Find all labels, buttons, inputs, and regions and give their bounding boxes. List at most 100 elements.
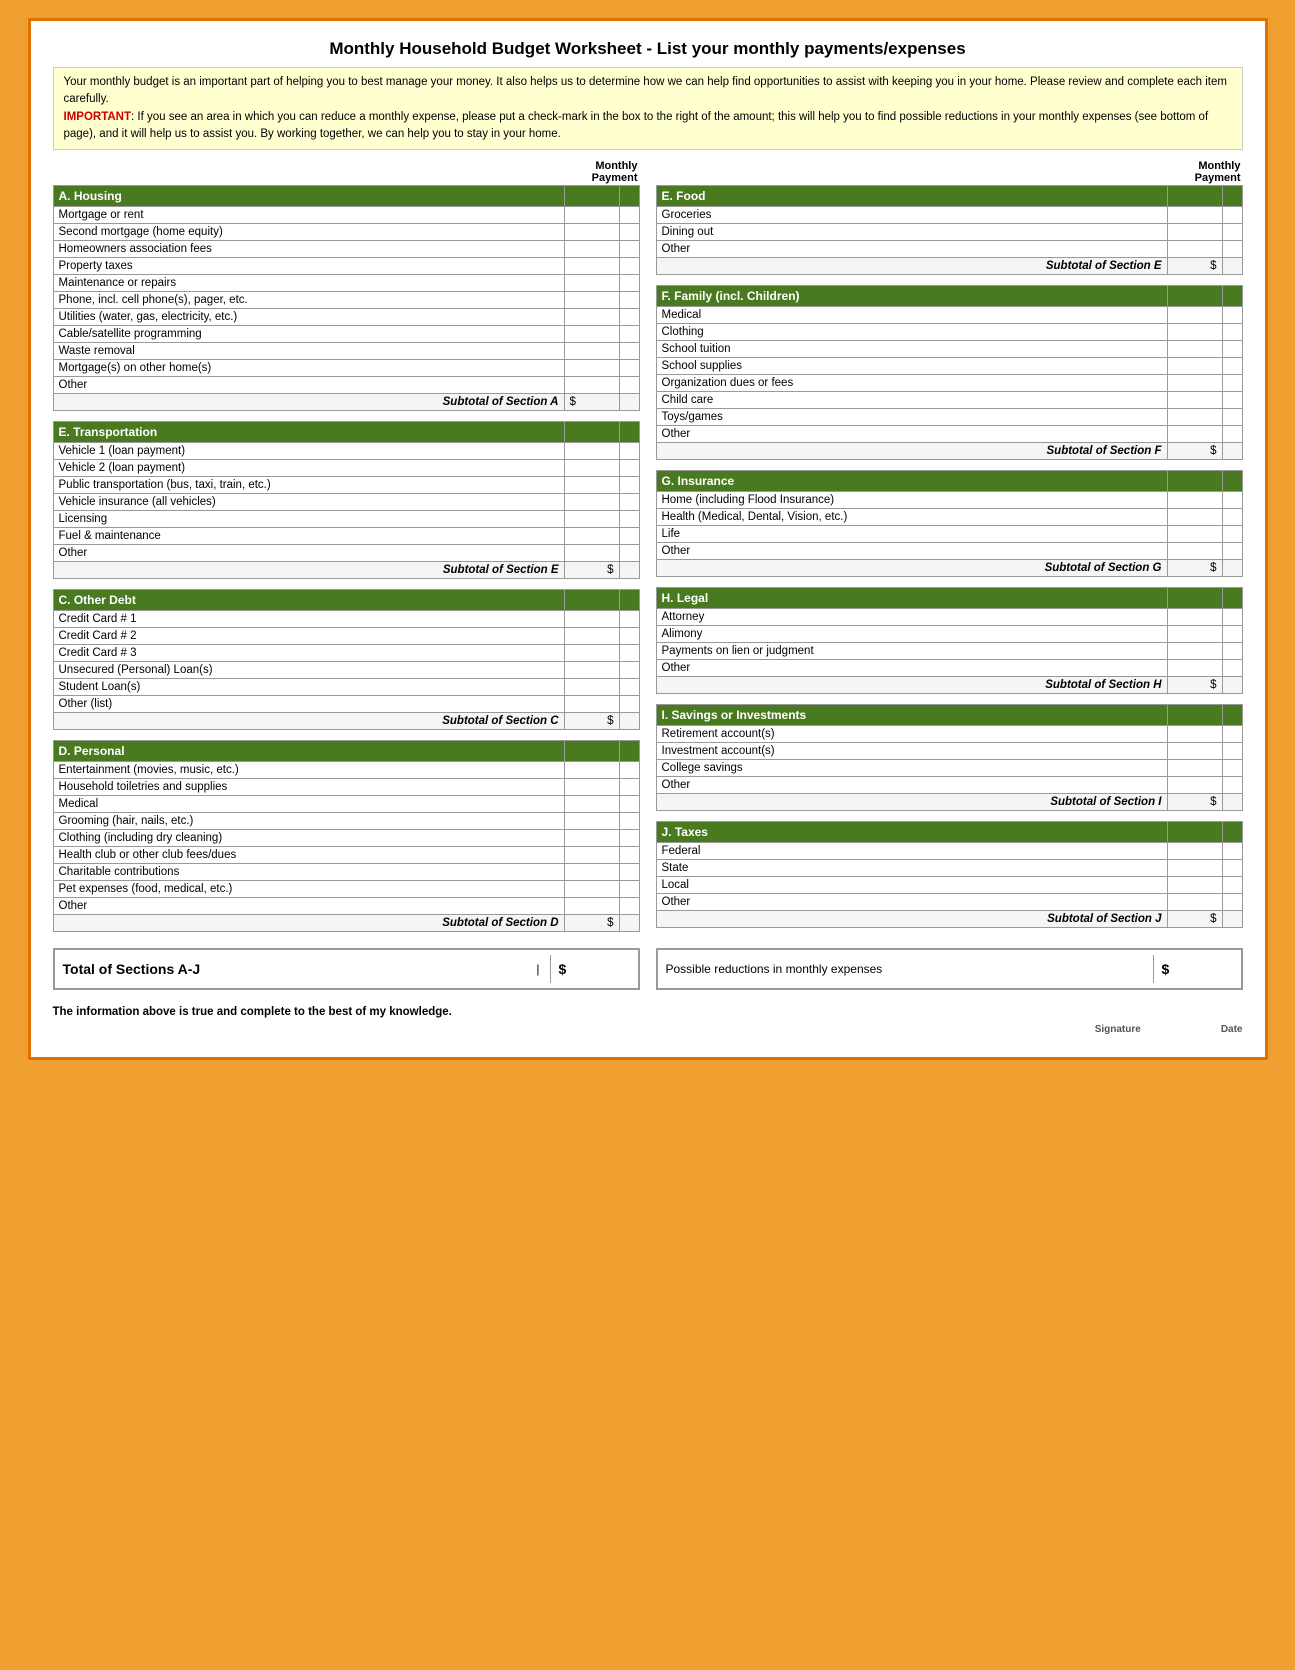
total-box: Total of Sections A-J | $ <box>53 948 640 990</box>
section-f-subtotal: Subtotal of Section F $ <box>656 443 1242 460</box>
table-row: Attorney <box>656 609 1242 626</box>
section-h-table: H. Legal Attorney Alimony Payments on li… <box>656 587 1243 694</box>
table-row: Investment account(s) <box>656 743 1242 760</box>
table-row: Retirement account(s) <box>656 726 1242 743</box>
section-j-title: J. Taxes <box>656 822 1167 843</box>
table-row: Other <box>53 898 639 915</box>
table-row: Other <box>656 777 1242 794</box>
table-row: Mortgage(s) on other home(s) <box>53 360 639 377</box>
section-e-transport-subtotal: Subtotal of Section E $ <box>53 562 639 579</box>
reductions-box: Possible reductions in monthly expenses … <box>656 948 1243 990</box>
table-row: Vehicle 1 (loan payment) <box>53 443 639 460</box>
intro-important: IMPORTANT: If you see an area in which y… <box>64 109 1232 144</box>
total-section: Total of Sections A-J | $ Possible reduc… <box>53 948 1243 990</box>
important-label: IMPORTANT <box>64 111 132 123</box>
table-row: Utilities (water, gas, electricity, etc.… <box>53 309 639 326</box>
table-row: Pet expenses (food, medical, etc.) <box>53 881 639 898</box>
table-row: Clothing <box>656 324 1242 341</box>
date-label: Date <box>1221 1024 1243 1035</box>
page: Monthly Household Budget Worksheet - Lis… <box>28 18 1268 1060</box>
section-a-title: A. Housing <box>53 186 564 207</box>
section-i-subtotal: Subtotal of Section I $ <box>656 794 1242 811</box>
intro-line1: Your monthly budget is an important part… <box>64 74 1232 109</box>
section-d-table: D. Personal Entertainment (movies, music… <box>53 740 640 932</box>
table-row: Child care <box>656 392 1242 409</box>
table-row: Entertainment (movies, music, etc.) <box>53 762 639 779</box>
signature-label: Signature <box>1095 1024 1141 1035</box>
table-row: Vehicle insurance (all vehicles) <box>53 494 639 511</box>
right-monthly-header: MonthlyPayment <box>656 160 1243 184</box>
section-e-food-subtotal: Subtotal of Section E $ <box>656 258 1242 275</box>
total-label: Total of Sections A-J <box>63 961 527 977</box>
section-a-amount-header <box>564 186 619 207</box>
section-i-title: I. Savings or Investments <box>656 705 1167 726</box>
reductions-dollar: $ <box>1153 955 1233 983</box>
table-row: Other <box>53 545 639 562</box>
signature-section: The information above is true and comple… <box>53 1006 1243 1035</box>
section-e-food-table: E. Food Groceries Dining out Other Subto… <box>656 185 1243 275</box>
section-e-food-title: E. Food <box>656 186 1167 207</box>
section-f-table: F. Family (incl. Children) Medical Cloth… <box>656 285 1243 460</box>
table-row: Homeowners association fees <box>53 241 639 258</box>
table-row: Grooming (hair, nails, etc.) <box>53 813 639 830</box>
table-row: Property taxes <box>53 258 639 275</box>
table-row: State <box>656 860 1242 877</box>
table-row: School tuition <box>656 341 1242 358</box>
table-row: Other <box>656 426 1242 443</box>
table-row: Clothing (including dry cleaning) <box>53 830 639 847</box>
page-title: Monthly Household Budget Worksheet - Lis… <box>53 39 1243 59</box>
table-row: Home (including Flood Insurance) <box>656 492 1242 509</box>
title-subtitle: - List your monthly payments/expenses <box>642 39 966 58</box>
section-e-transport-title: E. Transportation <box>53 422 564 443</box>
section-i-header-row: I. Savings or Investments <box>656 705 1242 726</box>
table-row: Groceries <box>656 207 1242 224</box>
table-row: Other <box>656 241 1242 258</box>
section-c-title: C. Other Debt <box>53 590 564 611</box>
table-row: Health club or other club fees/dues <box>53 847 639 864</box>
table-row: Other <box>53 377 639 394</box>
table-row: Credit Card # 2 <box>53 628 639 645</box>
table-row: Unsecured (Personal) Loan(s) <box>53 662 639 679</box>
section-j-subtotal: Subtotal of Section J $ <box>656 911 1242 928</box>
table-row: Fuel & maintenance <box>53 528 639 545</box>
section-d-title: D. Personal <box>53 741 564 762</box>
table-row: College savings <box>656 760 1242 777</box>
section-f-title: F. Family (incl. Children) <box>656 286 1167 307</box>
section-g-subtotal: Subtotal of Section G $ <box>656 560 1242 577</box>
intro-box: Your monthly budget is an important part… <box>53 67 1243 150</box>
signature-statement: The information above is true and comple… <box>53 1006 1243 1018</box>
table-row: Maintenance or repairs <box>53 275 639 292</box>
important-text: : If you see an area in which you can re… <box>64 111 1209 140</box>
table-row: Organization dues or fees <box>656 375 1242 392</box>
total-dollar: $ <box>550 955 630 983</box>
main-content: MonthlyPayment A. Housing Mortgage or re… <box>53 160 1243 942</box>
table-row: Other <box>656 894 1242 911</box>
table-row: Credit Card # 3 <box>53 645 639 662</box>
section-c-table: C. Other Debt Credit Card # 1 Credit Car… <box>53 589 640 730</box>
table-row: Phone, incl. cell phone(s), pager, etc. <box>53 292 639 309</box>
section-g-table: G. Insurance Home (including Flood Insur… <box>656 470 1243 577</box>
title-main: Monthly Household Budget Worksheet <box>329 39 641 58</box>
table-row: Student Loan(s) <box>53 679 639 696</box>
section-j-table: J. Taxes Federal State Local Other Subto… <box>656 821 1243 928</box>
table-row: Payments on lien or judgment <box>656 643 1242 660</box>
section-e-transport-header-row: E. Transportation <box>53 422 639 443</box>
section-d-subtotal: Subtotal of Section D $ <box>53 915 639 932</box>
signature-row: Signature Date <box>53 1024 1243 1035</box>
table-row: Local <box>656 877 1242 894</box>
table-row: Vehicle 2 (loan payment) <box>53 460 639 477</box>
table-row: Mortgage or rent <box>53 207 639 224</box>
section-c-subtotal: Subtotal of Section C $ <box>53 713 639 730</box>
table-row: Public transportation (bus, taxi, train,… <box>53 477 639 494</box>
section-c-header-row: C. Other Debt <box>53 590 639 611</box>
right-column: MonthlyPayment E. Food Groceries Dining … <box>656 160 1243 942</box>
section-j-header-row: J. Taxes <box>656 822 1242 843</box>
table-row: School supplies <box>656 358 1242 375</box>
section-e-food-header-row: E. Food <box>656 186 1242 207</box>
table-row: Other <box>656 660 1242 677</box>
section-e-transport-table: E. Transportation Vehicle 1 (loan paymen… <box>53 421 640 579</box>
section-f-header-row: F. Family (incl. Children) <box>656 286 1242 307</box>
table-row: Medical <box>53 796 639 813</box>
section-a-table: A. Housing Mortgage or rent Second mortg… <box>53 185 640 411</box>
table-row: Federal <box>656 843 1242 860</box>
